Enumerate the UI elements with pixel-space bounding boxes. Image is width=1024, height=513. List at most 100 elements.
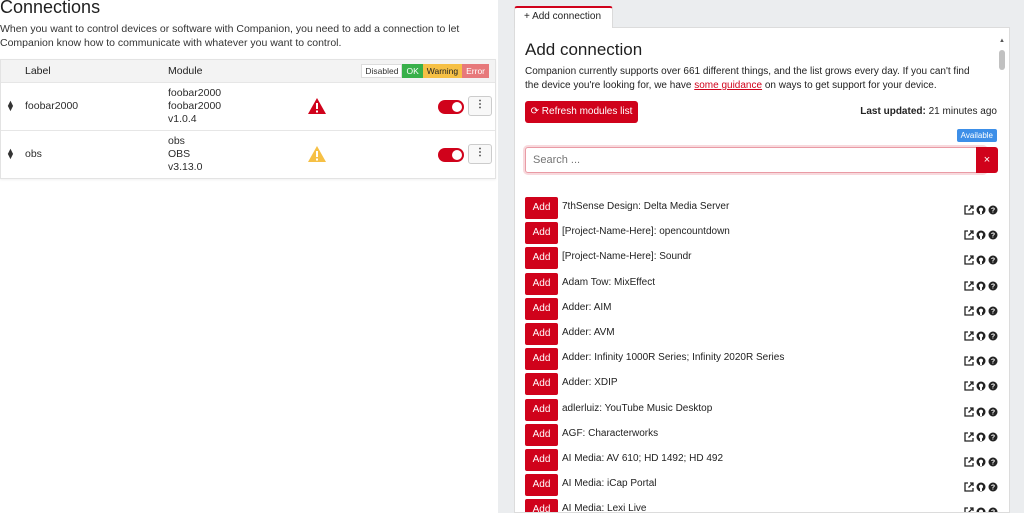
legend-ok: OK: [402, 64, 423, 78]
svg-text:?: ?: [991, 233, 995, 240]
external-link-icon[interactable]: [964, 278, 974, 291]
external-link-icon[interactable]: [964, 504, 974, 512]
add-module-button[interactable]: Add: [525, 297, 558, 320]
help-icon[interactable]: ?: [988, 202, 998, 215]
module-id: obs: [168, 135, 185, 147]
github-icon[interactable]: [976, 227, 986, 240]
list-item: Add AI Media: iCap Portal?: [525, 474, 998, 499]
external-link-icon[interactable]: [964, 378, 974, 391]
external-link-icon[interactable]: [964, 202, 974, 215]
module-links: ?: [964, 479, 998, 492]
external-link-icon[interactable]: [964, 353, 974, 366]
external-link-icon[interactable]: [964, 303, 974, 316]
help-icon[interactable]: ?: [988, 404, 998, 416]
github-icon[interactable]: [976, 429, 986, 442]
github-icon[interactable]: [976, 404, 986, 416]
add-module-button[interactable]: Add: [525, 348, 558, 371]
github-icon[interactable]: [976, 479, 986, 492]
add-module-button[interactable]: Add: [525, 247, 558, 270]
external-link-icon[interactable]: [964, 227, 974, 240]
github-icon[interactable]: [976, 454, 986, 467]
tab-add-connection[interactable]: + Add connection: [514, 6, 613, 28]
more-options-button[interactable]: ⋮: [468, 144, 492, 164]
add-module-button[interactable]: Add: [525, 222, 558, 245]
guidance-link[interactable]: some guidance: [694, 80, 762, 91]
svg-text:?: ?: [991, 283, 995, 290]
search-box: [525, 147, 986, 173]
add-module-button[interactable]: Add: [525, 197, 558, 219]
clear-search-button[interactable]: ×: [976, 147, 998, 173]
list-item: Add Adder: Infinity 1000R Series; Infinit…: [525, 348, 998, 373]
help-icon[interactable]: ?: [988, 278, 998, 290]
list-item: Add AGF: Characterworks?: [525, 423, 998, 449]
module-name: Adder: AIM: [562, 301, 612, 313]
external-link-icon[interactable]: [964, 404, 974, 417]
help-icon[interactable]: ?: [988, 328, 998, 341]
module-links: ?: [964, 278, 998, 291]
scroll-up-icon[interactable]: ▲: [999, 38, 1005, 44]
module-name: OBS: [168, 148, 191, 160]
add-module-button[interactable]: Add: [525, 448, 558, 471]
github-icon[interactable]: [976, 328, 986, 341]
help-icon[interactable]: ?: [988, 479, 998, 492]
module-name: Adder: AVM: [562, 326, 615, 338]
module-links: ?: [964, 303, 998, 316]
header-module: Module: [168, 65, 203, 77]
external-link-icon[interactable]: [964, 479, 974, 492]
github-icon[interactable]: [976, 303, 986, 316]
drag-handle-icon[interactable]: ▲ ▼: [6, 147, 15, 161]
status-legend: Disabled OK Warning Error: [361, 64, 489, 78]
github-icon[interactable]: [976, 252, 986, 265]
help-icon[interactable]: ?: [988, 454, 998, 466]
module-name: AI Media: AV 610; HD 1492; HD 492: [562, 452, 724, 464]
external-link-icon[interactable]: [964, 454, 974, 467]
module-links: ?: [964, 504, 998, 512]
github-icon[interactable]: [976, 378, 986, 391]
module-name: Adder: Infinity 1000R Series; Infinity 2…: [562, 352, 785, 364]
add-module-button[interactable]: Add: [525, 474, 558, 497]
add-module-button[interactable]: Add: [525, 373, 558, 396]
module-name: AI Media: Lexi Live: [562, 503, 647, 513]
add-connection-panel: Add connection Companion currently suppo…: [514, 27, 1010, 513]
module-id: foobar2000: [168, 87, 222, 99]
add-module-button[interactable]: Add: [525, 499, 558, 512]
help-icon[interactable]: ?: [988, 252, 998, 265]
help-icon[interactable]: ?: [988, 504, 998, 512]
search-input[interactable]: [526, 148, 985, 172]
connections-pane: Connections When you want to control dev…: [0, 0, 498, 513]
list-item: Add 7thSense Design: Delta Media Server?: [525, 197, 998, 222]
github-icon[interactable]: [976, 202, 986, 215]
help-icon[interactable]: ?: [988, 429, 998, 441]
help-icon[interactable]: ?: [988, 227, 998, 240]
help-icon[interactable]: ?: [988, 303, 998, 315]
enable-toggle[interactable]: [438, 100, 464, 114]
add-module-button[interactable]: Add: [525, 398, 558, 421]
connection-label: obs: [25, 148, 42, 160]
connection-module: obs OBS v3.13.0: [168, 135, 202, 174]
help-icon[interactable]: ?: [988, 378, 998, 391]
more-options-button[interactable]: ⋮: [468, 96, 492, 116]
add-module-button[interactable]: Add: [525, 272, 558, 295]
enable-toggle[interactable]: [438, 148, 464, 162]
scrollbar[interactable]: ▲: [999, 38, 1005, 512]
module-name: AI Media: iCap Portal: [562, 478, 657, 490]
module-name: [Project-Name-Here]: Soundr: [562, 251, 692, 263]
svg-text:?: ?: [991, 258, 995, 265]
github-icon[interactable]: [976, 278, 986, 291]
scroll-thumb[interactable]: [999, 50, 1005, 70]
refresh-modules-button[interactable]: ⟳ Refresh modules list: [525, 101, 638, 123]
help-icon[interactable]: ?: [988, 353, 998, 366]
legend-warning: Warning: [422, 64, 463, 78]
warning-icon: [308, 146, 326, 162]
add-module-button[interactable]: Add: [525, 423, 558, 446]
refresh-icon: ⟳: [530, 106, 539, 117]
github-icon[interactable]: [976, 353, 986, 366]
external-link-icon[interactable]: [964, 328, 974, 341]
external-link-icon[interactable]: [964, 429, 974, 442]
legend-error: Error: [462, 64, 489, 78]
add-module-button[interactable]: Add: [525, 322, 558, 345]
module-links: ?: [964, 202, 998, 215]
drag-handle-icon[interactable]: ▲ ▼: [6, 99, 15, 113]
github-icon[interactable]: [976, 504, 986, 512]
external-link-icon[interactable]: [964, 252, 974, 266]
